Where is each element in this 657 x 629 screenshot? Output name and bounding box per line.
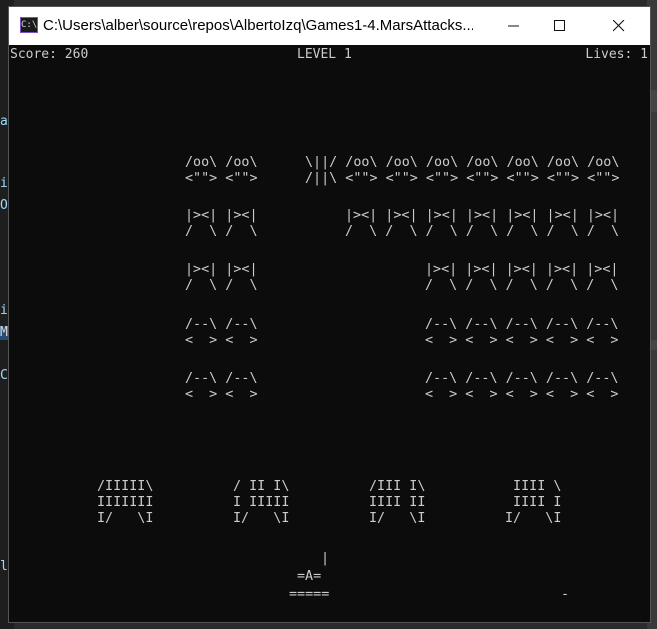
maximize-icon xyxy=(554,20,565,31)
alien-row-4-right: /--\ /--\ /--\ /--\ /--\ < > < > < > < >… xyxy=(425,317,619,348)
alien-row-4-left: /--\ /--\ < > < > xyxy=(185,317,258,348)
console-area: Score: 260 LEVEL 1 Lives: 1 /oo\ /oo\ <"… xyxy=(9,45,650,622)
maximize-button[interactable] xyxy=(537,7,583,45)
alien-row-5-right: /--\ /--\ /--\ /--\ /--\ < > < > < > < >… xyxy=(425,371,619,402)
lives-display: Lives: 1 xyxy=(585,47,648,62)
player-bullet: | xyxy=(321,551,330,566)
shield-4: IIII \ IIII I I/ \I xyxy=(505,479,562,526)
editor-fragment: l xyxy=(0,559,8,574)
alien-row-2-right: |><| |><| |><| |><| |><| |><| |><| / \ /… xyxy=(345,208,620,239)
title-bar[interactable]: C:\ C:\Users\alber\source\repos\AlbertoI… xyxy=(9,7,650,45)
editor-fragment: i xyxy=(0,303,8,318)
minimize-button[interactable] xyxy=(491,7,537,45)
shield-3: /III I\ IIII II I/ \I xyxy=(369,479,426,526)
level-display: LEVEL 1 xyxy=(297,47,352,62)
editor-fragment: C xyxy=(0,368,8,383)
editor-fragment: M xyxy=(0,325,8,340)
editor-fragment: O xyxy=(0,198,8,213)
shield-1: /IIIII\ IIIIIII I/ \I xyxy=(97,479,154,526)
close-icon xyxy=(613,20,625,32)
alien-row-2-left: |><| |><| / \ / \ xyxy=(185,208,258,239)
alien-row-1-right: \||/ /oo\ /oo\ /oo\ /oo\ /oo\ /oo\ /oo\ … xyxy=(305,155,620,186)
alien-row-3-right: |><| |><| |><| |><| |><| / \ / \ / \ / \… xyxy=(425,262,619,293)
window-title: C:\Users\alber\source\repos\AlbertoIzq\G… xyxy=(43,17,473,34)
shield-2: / II I\ I IIIII I/ \I xyxy=(233,479,290,526)
alien-row-5-left: /--\ /--\ < > < > xyxy=(185,371,258,402)
console-window: C:\ C:\Users\alber\source\repos\AlbertoI… xyxy=(9,7,650,622)
score-display: Score: 260 xyxy=(10,47,89,62)
player-base: ===== xyxy=(289,587,330,602)
editor-fragment: i xyxy=(0,176,8,191)
editor-fragment: a xyxy=(0,114,8,129)
close-button[interactable] xyxy=(596,7,642,45)
alien-row-3-left: |><| |><| / \ / \ xyxy=(185,262,258,293)
minimize-icon xyxy=(508,25,519,27)
alien-row-1-left: /oo\ /oo\ <""> <""> xyxy=(185,155,258,186)
player-ship: =A= xyxy=(297,569,322,584)
alien-bullet: - xyxy=(561,587,570,602)
console-app-icon: C:\ xyxy=(20,17,38,33)
